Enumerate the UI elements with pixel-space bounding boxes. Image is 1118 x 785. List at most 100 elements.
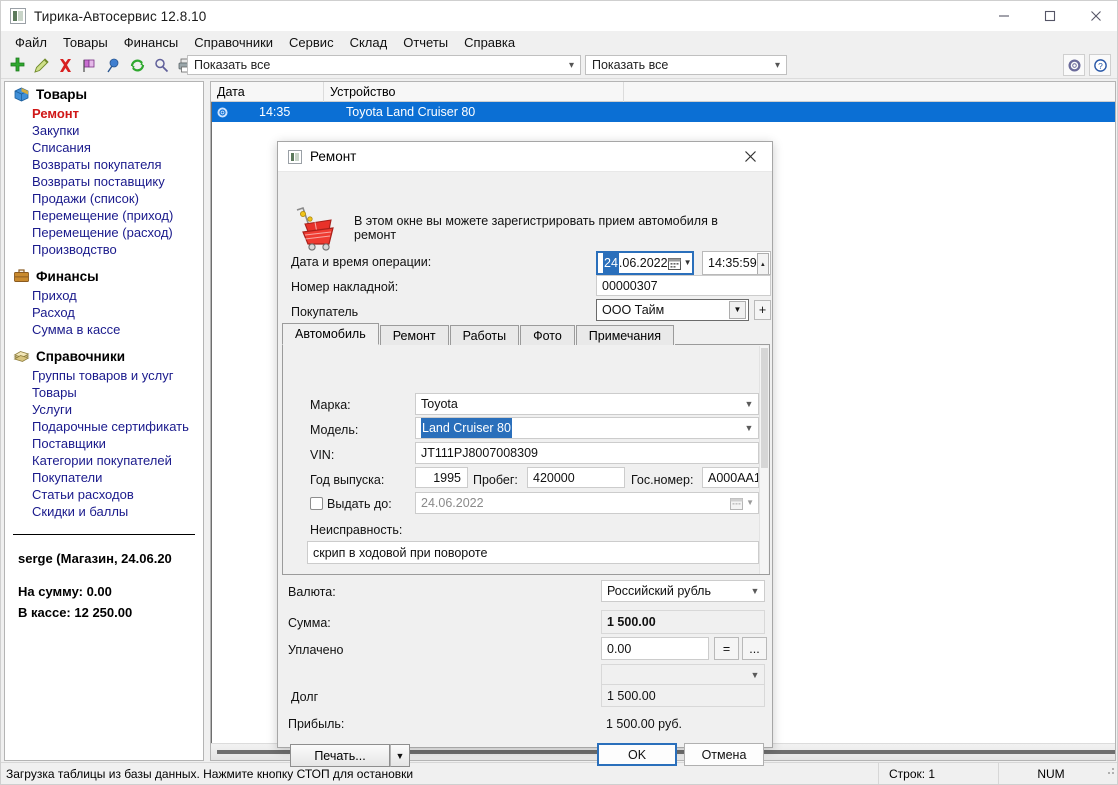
date-input[interactable]: 24.06.2022 ▼ <box>596 251 694 275</box>
sidebar-item-expense-items[interactable]: Статьи расходов <box>5 486 203 503</box>
tab-photo[interactable]: Фото <box>520 325 575 345</box>
flag-icon[interactable] <box>78 55 100 77</box>
sidebar-item-sales-list[interactable]: Продажи (список) <box>5 190 203 207</box>
tab-notes[interactable]: Примечания <box>575 325 674 345</box>
chevron-down-icon[interactable]: ▼ <box>740 394 758 414</box>
sidebar-item-writeoffs[interactable]: Списания <box>5 139 203 156</box>
toolbar-view-combo[interactable]: Показать все ▾ <box>585 55 787 75</box>
issue-until-label: Выдать до: <box>327 497 392 511</box>
payment-method-combo[interactable]: ▼ <box>601 664 765 686</box>
pin-icon[interactable] <box>102 55 124 77</box>
refresh-icon[interactable] <box>126 55 148 77</box>
chevron-down-icon[interactable]: ▼ <box>746 665 764 685</box>
sidebar-item-supplier-returns[interactable]: Возвраты поставщику <box>5 173 203 190</box>
year-value: 1995 <box>433 470 461 485</box>
menu-item-directories[interactable]: Справочники <box>186 33 281 52</box>
sidebar-item-gift-certificates[interactable]: Подарочные сертификать <box>5 418 203 435</box>
sidebar-item-transfer-out[interactable]: Перемещение (расход) <box>5 224 203 241</box>
menu-item-reports[interactable]: Отчеты <box>395 33 456 52</box>
sidebar-item-production[interactable]: Производство <box>5 241 203 258</box>
sidebar-item-discounts-points[interactable]: Скидки и баллы <box>5 503 203 520</box>
customer-combo[interactable]: ООО Тайм ▼ <box>596 299 749 321</box>
menu-item-help[interactable]: Справка <box>456 33 523 52</box>
print-button-label: Печать... <box>314 748 366 763</box>
sidebar-cash-info: В кассе: 12 250.00 <box>18 605 133 620</box>
menu-item-file[interactable]: Файл <box>7 33 55 52</box>
issue-until-checkbox[interactable] <box>310 497 323 510</box>
menu-item-warehouse[interactable]: Склад <box>342 33 396 52</box>
plate-input[interactable]: A000AA177 <box>702 467 759 488</box>
column-header-empty[interactable] <box>624 82 1115 102</box>
issue-until-date-input[interactable]: 24.06.2022 ▼ <box>415 492 759 514</box>
menu-item-finance[interactable]: Финансы <box>116 33 187 52</box>
sidebar-item-customer-returns[interactable]: Возвраты покупателя <box>5 156 203 173</box>
year-input[interactable]: 1995 <box>415 467 468 488</box>
toolbar-filter-combo[interactable]: Показать все ▾ <box>187 55 581 75</box>
minimize-button[interactable] <box>981 1 1027 31</box>
paid-input[interactable]: 0.00 <box>601 637 709 660</box>
tab-works[interactable]: Работы <box>449 325 520 345</box>
spinner-up-icon[interactable]: ▲ <box>756 253 769 274</box>
print-dropdown-button[interactable]: ▼ <box>390 744 410 767</box>
column-header-date[interactable]: Дата <box>211 82 324 102</box>
time-spinner[interactable]: ▲ ▼ <box>756 253 769 274</box>
sidebar-item-customer-categories[interactable]: Категории покупателей <box>5 452 203 469</box>
search-icon[interactable] <box>150 55 172 77</box>
time-input[interactable]: 14:35:59 ▲ ▼ <box>702 251 771 275</box>
box-icon <box>13 86 30 102</box>
gear-icon[interactable] <box>1063 54 1085 76</box>
equals-button[interactable]: = <box>714 637 739 660</box>
sidebar-item-purchases[interactable]: Закупки <box>5 122 203 139</box>
brand-combo[interactable]: Toyota ▼ <box>415 393 759 415</box>
sidebar-item-transfer-in[interactable]: Перемещение (приход) <box>5 207 203 224</box>
sidebar-item-repair[interactable]: Ремонт <box>5 105 203 122</box>
resize-grip-icon[interactable] <box>1103 763 1117 785</box>
calendar-icon[interactable]: ▼ <box>667 253 692 273</box>
delete-icon[interactable] <box>54 55 76 77</box>
menu-item-goods[interactable]: Товары <box>55 33 116 52</box>
ellipsis-button[interactable]: ... <box>742 637 767 660</box>
ok-button[interactable]: OK <box>597 743 677 766</box>
tab-panel-scroll-thumb[interactable] <box>761 348 768 468</box>
dialog-close-button[interactable] <box>728 142 772 172</box>
mileage-input[interactable]: 420000 <box>527 467 625 488</box>
sidebar-item-customers[interactable]: Покупатели <box>5 469 203 486</box>
table-row[interactable]: 14:35 Toyota Land Cruiser 80 <box>211 102 1115 122</box>
column-header-device[interactable]: Устройство <box>324 82 624 102</box>
add-icon[interactable] <box>6 55 28 77</box>
sidebar-item-services[interactable]: Услуги <box>5 401 203 418</box>
chevron-down-icon[interactable]: ▼ <box>746 581 764 601</box>
help-icon[interactable]: ? <box>1089 54 1111 76</box>
books-icon <box>13 348 30 364</box>
sidebar-item-expense[interactable]: Расход <box>5 304 203 321</box>
print-button[interactable]: Печать... <box>290 744 390 767</box>
sidebar-item-cash-total[interactable]: Сумма в кассе <box>5 321 203 338</box>
cancel-button[interactable]: Отмена <box>684 743 764 766</box>
title-bar: Тирика-Автосервис 12.8.10 <box>1 1 1117 31</box>
calendar-icon[interactable]: ▼ <box>730 493 758 513</box>
edit-pencil-icon[interactable] <box>30 55 52 77</box>
model-combo[interactable]: Land Cruiser 80 ▼ <box>415 417 759 439</box>
tab-repair[interactable]: Ремонт <box>379 325 449 345</box>
chevron-down-icon[interactable]: ▼ <box>729 301 746 319</box>
vin-input[interactable]: JT111PJ8007008309 <box>415 442 759 464</box>
maximize-button[interactable] <box>1027 1 1073 31</box>
add-customer-button[interactable]: + <box>754 300 771 320</box>
invoice-number-input[interactable]: 00000307 <box>596 275 771 296</box>
menu-item-service[interactable]: Сервис <box>281 33 342 52</box>
menu-bar: Файл Товары Финансы Справочники Сервис С… <box>1 31 1117 53</box>
sidebar-item-income[interactable]: Приход <box>5 287 203 304</box>
plate-label: Гос.номер: <box>631 473 694 487</box>
tab-panel-vertical-scrollbar[interactable] <box>759 346 768 574</box>
sidebar: Товары Ремонт Закупки Списания Возвраты … <box>4 81 204 761</box>
sidebar-item-goods-service-groups[interactable]: Группы товаров и услуг <box>5 367 203 384</box>
currency-combo[interactable]: Российский рубль ▼ <box>601 580 765 602</box>
chevron-down-icon[interactable]: ▼ <box>740 418 758 438</box>
close-button[interactable] <box>1073 1 1117 31</box>
dialog-hint-text: В этом окне вы можете зарегистрировать п… <box>354 214 718 242</box>
sidebar-item-suppliers[interactable]: Поставщики <box>5 435 203 452</box>
fault-input[interactable]: скрип в ходовой при повороте <box>307 541 759 564</box>
toolbar-right-buttons: ? <box>1063 54 1111 76</box>
sidebar-item-goods[interactable]: Товары <box>5 384 203 401</box>
tab-automobile[interactable]: Автомобиль <box>282 323 379 345</box>
